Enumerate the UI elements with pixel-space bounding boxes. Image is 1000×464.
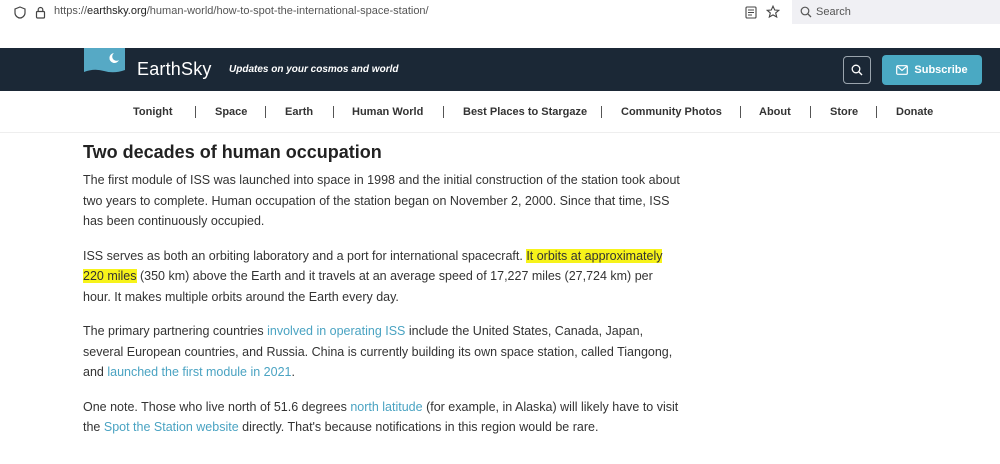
link-involved-in-operating-iss[interactable]: involved in operating ISS xyxy=(267,324,405,338)
paragraph-history: The first module of ISS was launched int… xyxy=(83,173,680,228)
mail-icon xyxy=(896,65,909,75)
site-search-button[interactable] xyxy=(843,56,871,84)
nav-divider xyxy=(740,106,741,118)
url-path: /human-world/how-to-spot-the-internation… xyxy=(146,5,429,17)
nav-item-best-places-to-stargaze[interactable]: Best Places to Stargaze xyxy=(463,106,587,118)
browser-search-placeholder: Search xyxy=(816,6,851,18)
paragraph-partners: The primary partnering countries involve… xyxy=(83,321,683,383)
link-launched-first-module[interactable]: launched the first module in 2021 xyxy=(107,365,291,379)
nav-divider xyxy=(876,106,877,118)
url-prefix: https:// xyxy=(54,5,88,17)
site-brand[interactable]: EarthSky xyxy=(137,59,212,80)
search-icon xyxy=(798,4,814,20)
section-heading: Two decades of human occupation xyxy=(83,142,382,162)
nav-item-tonight[interactable]: Tonight xyxy=(133,106,173,118)
nav-item-donate[interactable]: Donate xyxy=(896,106,933,118)
address-bar-url[interactable]: https://earthsky.org/human-world/how-to-… xyxy=(54,5,429,17)
nav-item-space[interactable]: Space xyxy=(215,106,247,118)
text-span: ISS serves as both an orbiting laborator… xyxy=(83,248,527,263)
nav-item-community-photos[interactable]: Community Photos xyxy=(621,106,722,118)
text-span: One note. Those who live north of 51.6 d… xyxy=(83,399,351,414)
link-north-latitude[interactable]: north latitude xyxy=(350,400,422,414)
nav-divider xyxy=(195,106,196,118)
earthsky-logo[interactable] xyxy=(84,48,125,82)
shield-icon[interactable] xyxy=(12,4,28,20)
nav-divider xyxy=(265,106,266,118)
main-nav: Tonight Space Earth Human World Best Pla… xyxy=(0,91,1000,133)
nav-divider xyxy=(443,106,444,118)
nav-item-about[interactable]: About xyxy=(759,106,791,118)
reader-view-icon[interactable] xyxy=(743,4,759,20)
nav-item-earth[interactable]: Earth xyxy=(285,106,313,118)
site-tagline: Updates on your cosmos and world xyxy=(229,64,399,75)
subscribe-label: Subscribe xyxy=(914,64,968,76)
text-span: directly. That's because notifications i… xyxy=(238,420,599,434)
site-header: EarthSky Updates on your cosmos and worl… xyxy=(0,48,1000,91)
lock-icon[interactable] xyxy=(32,4,48,20)
link-spot-the-station[interactable]: Spot the Station website xyxy=(104,420,239,434)
nav-divider xyxy=(333,106,334,118)
nav-item-store[interactable]: Store xyxy=(830,106,858,118)
search-icon xyxy=(851,64,863,76)
text-span: (350 km) above the Earth and it travels … xyxy=(83,269,653,304)
article-body: Two decades of human occupation The firs… xyxy=(83,140,683,452)
text-span: . xyxy=(291,365,295,379)
nav-divider xyxy=(601,106,602,118)
bookmark-star-icon[interactable] xyxy=(765,4,781,20)
text-span: The primary partnering countries xyxy=(83,324,268,338)
url-domain: earthsky.org xyxy=(87,5,147,17)
nav-item-human-world[interactable]: Human World xyxy=(352,106,423,118)
paragraph-note: One note. Those who live north of 51.6 d… xyxy=(83,397,683,438)
nav-divider xyxy=(810,106,811,118)
browser-search-box[interactable]: Search xyxy=(792,0,1000,24)
browser-toolbar: https://earthsky.org/human-world/how-to-… xyxy=(0,0,1000,24)
paragraph-orbit: ISS serves as both an orbiting laborator… xyxy=(83,246,683,308)
subscribe-button[interactable]: Subscribe xyxy=(882,55,982,85)
